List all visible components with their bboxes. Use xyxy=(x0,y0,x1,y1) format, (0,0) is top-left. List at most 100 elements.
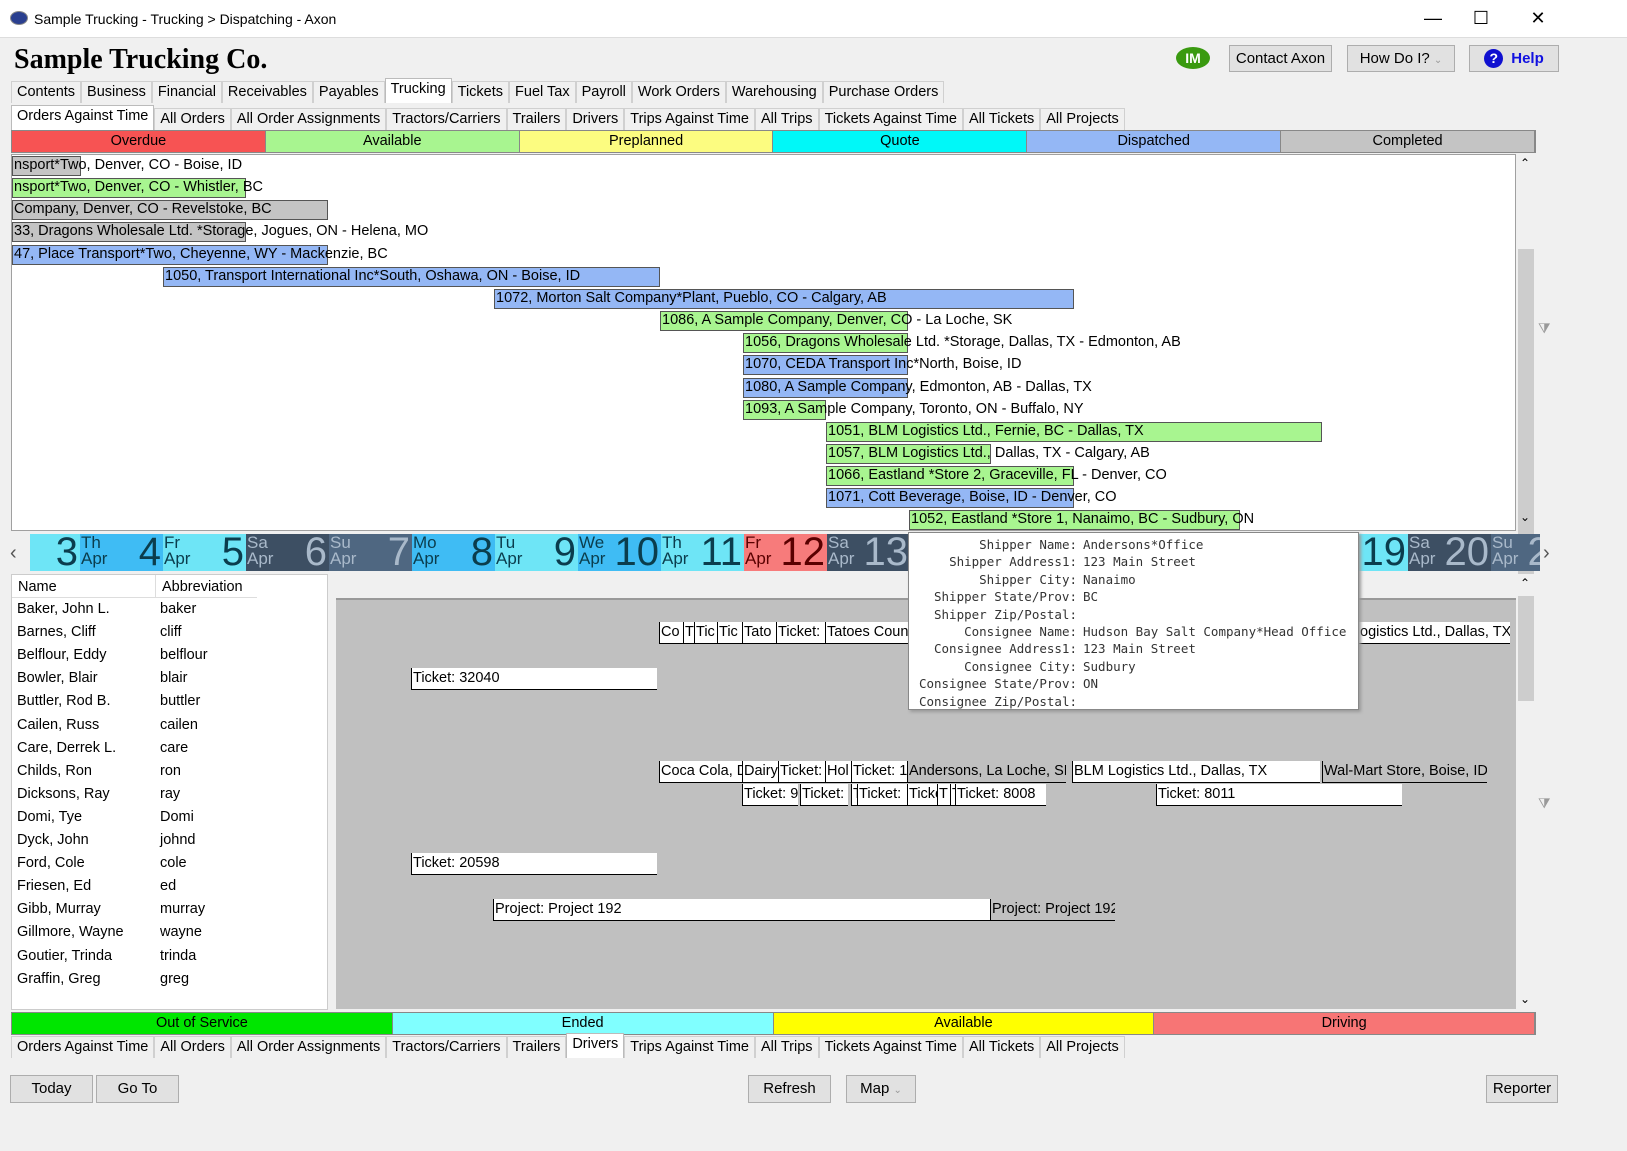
tab-work-orders[interactable]: Work Orders xyxy=(631,81,726,103)
reporter-button[interactable]: Reporter xyxy=(1486,1075,1558,1103)
assignment-block[interactable]: T xyxy=(937,784,950,806)
assignment-block[interactable]: Ticket: xyxy=(800,784,848,806)
list-item[interactable]: Ford, Cole cole xyxy=(17,855,187,871)
tab-all-tickets[interactable]: All Tickets xyxy=(963,1036,1041,1058)
day-cell[interactable]: WeApr3 xyxy=(30,534,80,571)
day-cell[interactable]: We Apr 10 xyxy=(578,534,661,571)
order-label[interactable]: 1057, BLM Logistics Ltd., Dallas, TX - C… xyxy=(826,444,1150,464)
assignment-block[interactable]: Hol xyxy=(825,761,851,783)
tab-all-projects[interactable]: All Projects xyxy=(1040,108,1125,130)
legend-available[interactable]: Available xyxy=(773,1013,1155,1034)
tab-all-projects[interactable]: All Projects xyxy=(1040,1036,1125,1058)
day-cell[interactable]: Fr Apr 12 xyxy=(744,534,827,571)
tab-purchase-orders[interactable]: Purchase Orders xyxy=(822,81,945,103)
day-cell[interactable]: Sa Apr 20 xyxy=(1408,534,1491,571)
tab-receivables[interactable]: Receivables xyxy=(221,81,313,103)
drivers-scrollbar[interactable]: ⌃ ⌄ xyxy=(1516,574,1536,1010)
assignment-block[interactable]: T xyxy=(683,622,694,644)
assignment-block[interactable]: Ticke xyxy=(907,784,937,806)
assignment-block[interactable]: Ticket: 8011 xyxy=(1156,784,1402,806)
tab-tractors-carriers[interactable]: Tractors/Carriers xyxy=(386,108,507,130)
order-label[interactable]: 1072, Morton Salt Company*Plant, Pueblo,… xyxy=(494,289,887,309)
list-item[interactable]: Barnes, Cliff cliff xyxy=(17,624,182,640)
scroll-up-icon[interactable]: ⌃ xyxy=(1520,156,1530,170)
order-label[interactable]: nsport*Two, Denver, CO - Whistler, BC xyxy=(12,178,263,198)
legend-driving[interactable]: Driving xyxy=(1154,1013,1535,1034)
tab-financial[interactable]: Financial xyxy=(151,81,222,103)
order-label[interactable]: 1093, A Sample Company, Toronto, ON - Bu… xyxy=(743,400,1084,420)
tab-tractors-carriers[interactable]: Tractors/Carriers xyxy=(386,1036,507,1058)
order-label[interactable]: 1051, BLM Logistics Ltd., Fernie, BC - D… xyxy=(826,422,1144,442)
assignment-block[interactable]: Ticket: 20598 xyxy=(411,853,657,875)
help-button[interactable]: ? Help xyxy=(1469,45,1559,72)
tab-drivers[interactable]: Drivers xyxy=(566,108,625,130)
assignment-block[interactable]: BLM Logistics Ltd., Dallas, TX xyxy=(1072,761,1320,783)
assignment-block[interactable]: Coca Cola, D xyxy=(659,761,742,783)
legend-preplanned[interactable]: Preplanned xyxy=(519,131,774,152)
legend-completed[interactable]: Completed xyxy=(1281,131,1535,152)
order-label[interactable]: 1052, Eastland *Store 1, Nanaimo, BC - S… xyxy=(909,510,1254,530)
tab-trailers[interactable]: Trailers xyxy=(506,108,567,130)
list-item[interactable]: Baker, John L. baker xyxy=(17,601,196,617)
tab-trips-against-time[interactable]: Trips Against Time xyxy=(624,1036,755,1058)
order-label[interactable]: 1086, A Sample Company, Denver, CO - La … xyxy=(660,311,1012,331)
tab-trips-against-time[interactable]: Trips Against Time xyxy=(624,108,755,130)
tab-warehousing[interactable]: Warehousing xyxy=(725,81,823,103)
tab-fuel-tax[interactable]: Fuel Tax xyxy=(509,81,576,103)
assignment-block[interactable]: Ticket: xyxy=(857,784,907,806)
tab-tickets-against-time[interactable]: Tickets Against Time xyxy=(818,1036,963,1058)
tab-business[interactable]: Business xyxy=(81,81,152,103)
go-to-button[interactable]: Go To xyxy=(96,1075,179,1103)
assignment-block[interactable]: Ticket: 9 xyxy=(742,784,798,806)
tab-all-order-assignments[interactable]: All Order Assignments xyxy=(230,108,387,130)
tab-all-order-assignments[interactable]: All Order Assignments xyxy=(230,1036,387,1058)
tab-orders-against-time[interactable]: Orders Against Time xyxy=(11,1036,155,1058)
order-label[interactable]: 1080, A Sample Company, Edmonton, AB - D… xyxy=(743,378,1092,398)
day-cell[interactable]: Su Apr 7 xyxy=(329,534,412,571)
filter-icon[interactable]: ⧩ xyxy=(1538,795,1551,812)
tab-tickets[interactable]: Tickets xyxy=(451,81,510,103)
day-cell[interactable]: Sa Apr 6 xyxy=(246,534,329,571)
assignment-block[interactable]: Co xyxy=(659,622,684,644)
map-button[interactable]: Map ⌄ xyxy=(846,1075,916,1103)
day-cell[interactable]: Mo Apr 8 xyxy=(412,534,495,571)
order-label[interactable]: nsport*Two, Denver, CO - Boise, ID xyxy=(12,156,242,176)
list-item[interactable]: Bowler, Blair blair xyxy=(17,670,187,686)
column-header-abbreviation[interactable]: Abbreviation xyxy=(155,575,249,598)
tab-all-orders[interactable]: All Orders xyxy=(154,1036,231,1058)
list-item[interactable]: Gibb, Murray murray xyxy=(17,901,205,917)
list-item[interactable]: Belflour, Eddy belflour xyxy=(17,647,208,663)
legend-overdue[interactable]: Overdue xyxy=(12,131,266,152)
day-cell[interactable]: Th Apr 4 xyxy=(80,534,163,571)
list-item[interactable]: Goutier, Trinda trinda xyxy=(17,948,196,964)
filter-icon[interactable]: ⧩ xyxy=(1538,320,1551,337)
column-header-name[interactable]: Name xyxy=(18,579,57,595)
assignment-block[interactable]: ogistics Ltd., Dallas, TX xyxy=(1358,622,1510,644)
day-cell[interactable]: Sa Apr 13 xyxy=(827,534,910,571)
orders-scrollbar[interactable]: ⌃ ⌄ xyxy=(1516,154,1536,579)
scroll-up-icon[interactable]: ⌃ xyxy=(1520,576,1530,590)
assignment-block[interactable]: Tic xyxy=(717,622,742,644)
tab-trucking[interactable]: Trucking xyxy=(384,78,452,103)
assignment-block[interactable]: Ticket: xyxy=(778,761,825,783)
maximize-button[interactable]: ☐ xyxy=(1466,6,1496,30)
tab-tickets-against-time[interactable]: Tickets Against Time xyxy=(818,108,963,130)
order-label[interactable]: 1050, Transport International Inc*South,… xyxy=(163,267,580,287)
day-cell[interactable]: Fr Apr 5 xyxy=(163,534,246,571)
assignment-block[interactable]: Wal-Mart Store, Boise, ID xyxy=(1322,761,1487,783)
assignment-block[interactable]: Dairy xyxy=(742,761,778,783)
assignment-block[interactable]: Ticket: 1 xyxy=(851,761,907,783)
assignment-block[interactable]: Ticket: 32040 xyxy=(411,668,657,690)
list-item[interactable]: Care, Derrek L. care xyxy=(17,740,188,756)
how-do-i-button[interactable]: How Do I? ⌄ xyxy=(1347,45,1455,72)
order-label[interactable]: 47, Place Transport*Two, Cheyenne, WY - … xyxy=(12,245,388,265)
today-button[interactable]: Today xyxy=(10,1075,93,1103)
order-label[interactable]: 1070, CEDA Transport Inc*North, Boise, I… xyxy=(743,355,1021,375)
instant-message-icon[interactable]: IM xyxy=(1176,47,1210,69)
assignment-block[interactable]: Tic xyxy=(694,622,717,644)
legend-ended[interactable]: Ended xyxy=(392,1013,774,1034)
legend-out-of-service[interactable]: Out of Service xyxy=(12,1013,393,1034)
legend-quote[interactable]: Quote xyxy=(773,131,1028,152)
order-label[interactable]: 1071, Cott Beverage, Boise, ID - Denver,… xyxy=(826,488,1117,508)
order-label[interactable]: 1056, Dragons Wholesale Ltd. *Storage, D… xyxy=(743,333,1181,353)
